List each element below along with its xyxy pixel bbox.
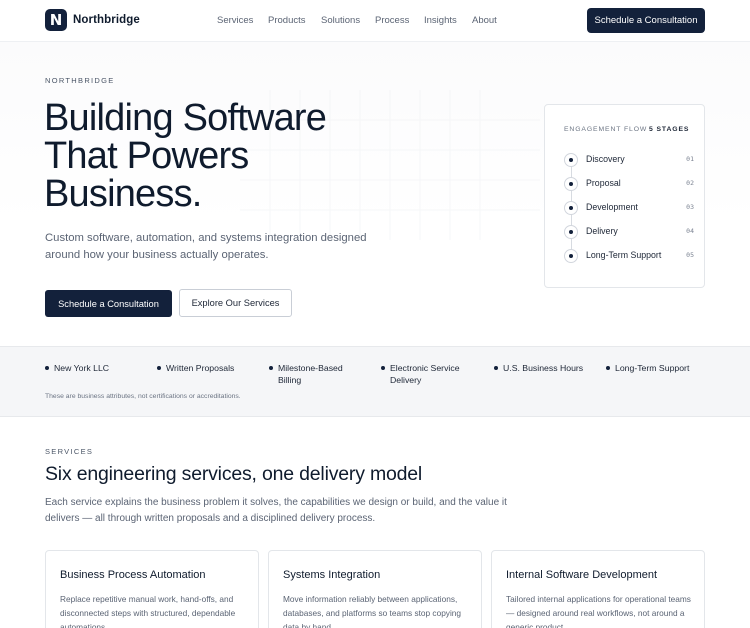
step-dot-icon [564,153,578,167]
logo-mark-icon: N [45,9,67,31]
engagement-stage-count: 5 STAGES [649,126,690,133]
flow-step-number: 05 [686,251,694,259]
service-card-automation[interactable]: Business Process Automation Replace repe… [45,550,259,628]
service-card-body: Tailored internal applications for opera… [506,594,691,628]
nav-link-about[interactable]: About [472,15,497,26]
step-dot-icon [564,249,578,263]
flow-step: Development 03 [564,201,694,215]
schedule-consultation-button[interactable]: Schedule a Consultation [45,290,172,317]
nav-links: Services Products Solutions Process Insi… [217,15,497,26]
services-eyebrow: SERVICES [45,447,94,456]
attribute-item: Written Proposals [157,362,257,374]
nav-link-products[interactable]: Products [268,15,321,26]
flow-step: Discovery 01 [564,153,694,167]
flow-step-label: Long-Term Support [586,250,662,260]
brand-name: Northbridge [73,14,140,26]
nav-link-insights[interactable]: Insights [424,15,472,26]
flow-step-label: Proposal [586,178,621,188]
service-card-body: Replace repetitive manual work, hand-off… [60,594,236,628]
service-card-body: Move information reliably between applic… [283,594,462,628]
flow-step: Long-Term Support 05 [564,249,694,263]
step-dot-icon [564,225,578,239]
flow-step-label: Discovery [586,154,625,164]
step-dot-icon [564,177,578,191]
top-nav: N Northbridge Services Products Solution… [0,0,750,42]
service-card-internal-software[interactable]: Internal Software Development Tailored i… [491,550,705,628]
service-card-title: Internal Software Development [506,569,658,581]
brand-logo[interactable]: N Northbridge [45,9,140,31]
nav-schedule-button[interactable]: Schedule a Consultation [587,8,705,33]
flow-step-number: 04 [686,227,694,235]
attribute-item: Milestone-Based Billing [269,362,361,386]
attribute-item: New York LLC [45,362,145,374]
step-dot-icon [564,201,578,215]
services-subtitle: Each service explains the business probl… [45,497,507,524]
engagement-flow-card: ENGAGEMENT FLOW 5 STAGES Discovery 01 Pr… [544,104,705,288]
services-title: Six engineering services, one delivery m… [45,463,423,485]
service-card-title: Systems Integration [283,569,381,581]
attribute-item: Electronic Service Delivery [381,362,481,386]
hero-subtitle: Custom software, automation, and systems… [45,232,367,261]
attribute-item: Long-Term Support [606,362,706,374]
nav-link-services[interactable]: Services [217,15,268,26]
explore-services-button[interactable]: Explore Our Services [179,289,292,317]
flow-step-number: 02 [686,179,694,187]
service-card-title: Business Process Automation [60,569,206,581]
flow-step: Proposal 02 [564,177,694,191]
business-attributes-strip: New York LLC Written Proposals Milestone… [0,346,750,417]
attributes-disclaimer: These are business attributes, not certi… [45,393,241,400]
engagement-flow-heading: ENGAGEMENT FLOW [564,126,648,133]
attribute-item: U.S. Business Hours [494,362,594,374]
nav-link-solutions[interactable]: Solutions [321,15,375,26]
flow-step-number: 03 [686,203,694,211]
hero-title: Building Software That Powers Business. [44,97,327,215]
flow-step-label: Delivery [586,226,618,236]
flow-step-label: Development [586,202,638,212]
service-card-integration[interactable]: Systems Integration Move information rel… [268,550,482,628]
nav-link-process[interactable]: Process [375,15,424,26]
flow-step-number: 01 [686,155,694,163]
hero-eyebrow: NORTHBRIDGE [45,76,115,85]
flow-step: Delivery 04 [564,225,694,239]
